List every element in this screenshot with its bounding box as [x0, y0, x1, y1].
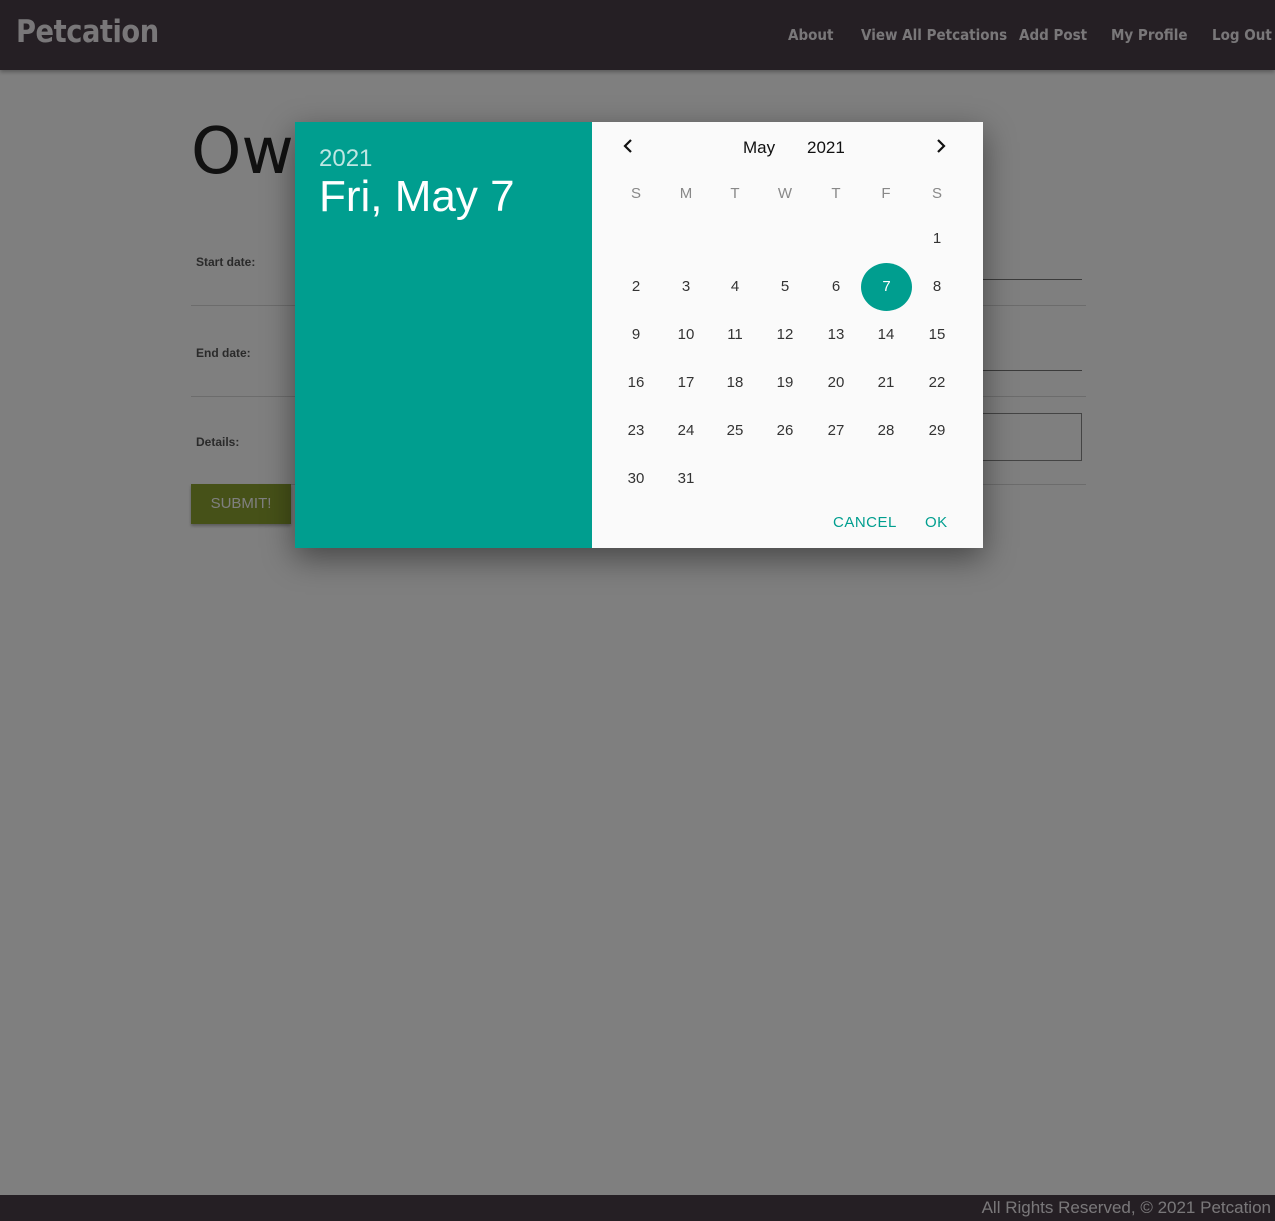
- day-cell[interactable]: 2: [616, 267, 656, 307]
- day-cell[interactable]: 17: [666, 363, 706, 403]
- day-cell[interactable]: 6: [816, 267, 856, 307]
- weekday-label: S: [630, 185, 641, 202]
- ok-button[interactable]: OK: [925, 514, 948, 531]
- weekday-label: T: [730, 185, 740, 202]
- day-cell[interactable]: 25: [715, 411, 755, 451]
- month-label: May: [743, 138, 776, 157]
- day-cell[interactable]: 27: [816, 411, 856, 451]
- weekday-label: F: [881, 185, 891, 202]
- day-cell[interactable]: 23: [616, 411, 656, 451]
- day-cell[interactable]: 11: [715, 315, 755, 355]
- weekday-label: S: [931, 185, 942, 202]
- day-cell[interactable]: 4: [715, 267, 755, 307]
- day-cell[interactable]: 8: [917, 267, 957, 307]
- day-cell[interactable]: 26: [765, 411, 805, 451]
- day-cell[interactable]: 18: [715, 363, 755, 403]
- calendar: May 2021 SMTWTFS 1 2 3 4 5 6 7 8 9 10 11 12 13 14 15 16…: [592, 122, 983, 548]
- day-cell[interactable]: 16: [616, 363, 656, 403]
- day-cell[interactable]: 22: [917, 363, 957, 403]
- day-cell[interactable]: 21: [866, 363, 906, 403]
- day-cell[interactable]: 31: [666, 459, 706, 499]
- day-cell[interactable]: 15: [917, 315, 957, 355]
- day-cell[interactable]: 14: [866, 315, 906, 355]
- day-cell[interactable]: 12: [765, 315, 805, 355]
- date-picker-dialog: 2021 Fri, May 7 May 2021 SMTWTFS 1234567…: [295, 122, 983, 548]
- day-cell[interactable]: 13: [816, 315, 856, 355]
- day-cell[interactable]: 10: [666, 315, 706, 355]
- day-cell[interactable]: 24: [666, 411, 706, 451]
- day-cell[interactable]: 29: [917, 411, 957, 451]
- day-cell[interactable]: 1: [917, 219, 957, 259]
- day-cell[interactable]: 30: [616, 459, 656, 499]
- year-label: 2021: [807, 138, 845, 157]
- chevron-right-icon[interactable]: [929, 134, 953, 158]
- day-cell[interactable]: 9: [616, 315, 656, 355]
- day-selected[interactable]: 7: [861, 263, 912, 311]
- header-year[interactable]: 2021: [319, 145, 372, 173]
- cancel-button[interactable]: CANCEL: [833, 514, 897, 531]
- header-selected-date: Fri, May 7: [319, 172, 515, 221]
- day-cell[interactable]: 20: [816, 363, 856, 403]
- day-cell[interactable]: 3: [666, 267, 706, 307]
- date-picker-header: 2021 Fri, May 7: [295, 122, 592, 548]
- weekday-label: M: [679, 185, 693, 202]
- weekday-label: T: [831, 185, 841, 202]
- weekday-label: W: [777, 185, 793, 202]
- day-cell[interactable]: 28: [866, 411, 906, 451]
- chevron-left-icon[interactable]: [616, 134, 640, 158]
- day-cell[interactable]: 5: [765, 267, 805, 307]
- day-cell[interactable]: 19: [765, 363, 805, 403]
